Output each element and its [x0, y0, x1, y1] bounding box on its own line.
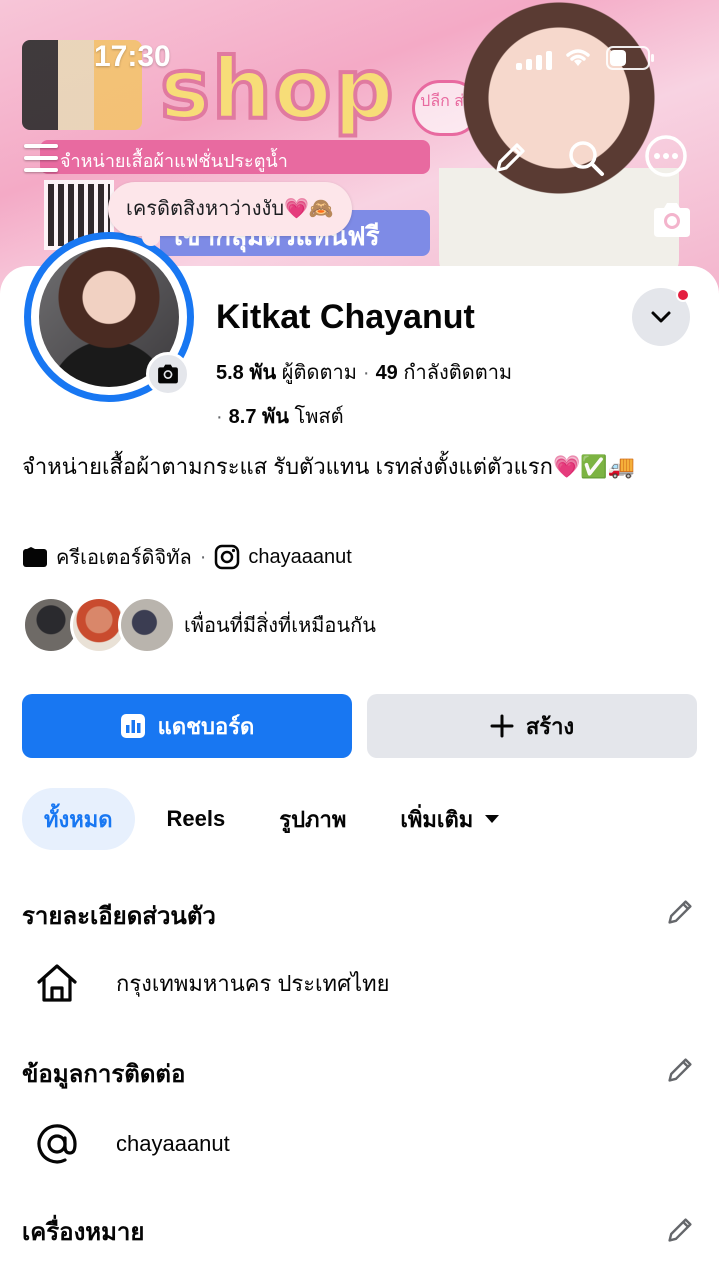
followers-stat[interactable]: 5.8 พัน ผู้ติดตาม — [216, 362, 357, 384]
search-icon — [569, 141, 604, 176]
pencil-icon — [668, 1058, 692, 1082]
section-personal-title: รายละเอียดส่วนตัว — [22, 903, 216, 930]
contact-username: chayaaanut — [116, 1131, 230, 1156]
profile-posts-line: · 8.7 พัน โพสต์ — [216, 406, 344, 428]
more-options-button[interactable] — [642, 132, 690, 180]
following-count: 49 — [375, 362, 398, 384]
battery-icon — [606, 46, 654, 70]
tab-photos[interactable]: รูปภาพ — [257, 788, 368, 850]
pencil-icon — [668, 900, 692, 924]
section-contact-title: ข้อมูลการติดต่อ — [22, 1061, 186, 1088]
wifi-icon — [566, 49, 590, 66]
status-time: 17:30 — [94, 40, 171, 73]
avatar — [118, 596, 176, 654]
camera-icon — [158, 364, 178, 384]
caret-down-icon — [485, 815, 500, 823]
posts-label: โพสต์ — [294, 406, 344, 428]
dashboard-button[interactable]: แดชบอร์ด — [22, 694, 352, 758]
chevron-down-icon — [651, 311, 671, 323]
avatar-camera-button[interactable] — [146, 352, 190, 396]
tab-all[interactable]: ทั้งหมด — [22, 788, 135, 850]
search-button[interactable] — [562, 134, 610, 182]
dashboard-label: แดชบอร์ด — [157, 713, 255, 739]
profile-tabs: ทั้งหมด Reels รูปภาพ เพิ่มเติม — [22, 788, 531, 850]
profile-category: ครีเอเตอร์ดิจิทัล — [56, 547, 192, 569]
more-icon — [645, 135, 687, 177]
posts-stat: 8.7 พัน โพสต์ — [229, 406, 344, 428]
profile-name: Kitkat Chayanut — [216, 298, 475, 336]
creator-icon — [23, 547, 47, 567]
following-label: กำลังติดตาม — [403, 362, 513, 384]
edit-badges-button[interactable] — [662, 1212, 698, 1248]
contact-row: chayaaanut — [22, 1122, 230, 1166]
plus-icon — [490, 714, 514, 738]
profile-meta: ครีเอเตอร์ดิจิทัล · chayaaanut — [22, 540, 352, 574]
profile-bio: จำหน่ายเสื้อผ้าตามกระแส รับตัวแทน เรทส่ง… — [22, 454, 636, 479]
profile-note[interactable]: เครดิตสิงหาว่างงับ💗🙈 — [108, 182, 352, 246]
status-bar: 17:30 — [0, 0, 719, 110]
camera-icon — [654, 203, 690, 237]
followers-count: 5.8 พัน — [216, 362, 277, 384]
followers-label: ผู้ติดตาม — [281, 362, 357, 384]
mutual-label: เพื่อนที่มีสิ่งที่เหมือนกัน — [184, 615, 376, 637]
section-badges-title: เครื่องหมาย — [22, 1219, 145, 1246]
edit-personal-button[interactable] — [662, 894, 698, 930]
edit-contact-button[interactable] — [662, 1052, 698, 1088]
profile-switch-dropdown[interactable] — [632, 288, 690, 346]
following-stat[interactable]: 49 กำลังติดตาม — [376, 362, 513, 384]
cover-banner: จำหน่ายเสื้อผ้าแฟชั่นประตูน้ำ — [40, 140, 430, 174]
signal-icon — [516, 50, 552, 70]
pencil-icon — [668, 1218, 692, 1242]
home-icon — [37, 964, 77, 1002]
posts-count: 8.7 พัน — [228, 406, 289, 428]
pencil-icon — [496, 143, 525, 172]
instagram-handle[interactable]: chayaaanut — [248, 546, 351, 569]
tab-reels[interactable]: Reels — [145, 788, 248, 850]
menu-button[interactable] — [18, 134, 66, 182]
location-text: กรุงเทพมหานคร ประเทศไทย — [116, 970, 390, 996]
edit-cover-button[interactable] — [648, 196, 696, 244]
instagram-icon — [215, 544, 240, 570]
location-row: กรุงเทพมหานคร ประเทศไทย — [22, 962, 390, 1004]
create-label: สร้าง — [525, 713, 575, 739]
profile-stats-line: 5.8 พัน ผู้ติดตาม · 49 กำลังติดตาม — [216, 362, 513, 384]
at-icon — [37, 1124, 77, 1164]
mutual-friends[interactable]: เพื่อนที่มีสิ่งที่เหมือนกัน — [22, 596, 376, 654]
dashboard-icon — [120, 714, 145, 738]
edit-profile-button[interactable] — [486, 134, 534, 182]
tab-more[interactable]: เพิ่มเติม — [378, 788, 521, 850]
create-button[interactable]: สร้าง — [367, 694, 697, 758]
notification-dot — [676, 288, 690, 302]
